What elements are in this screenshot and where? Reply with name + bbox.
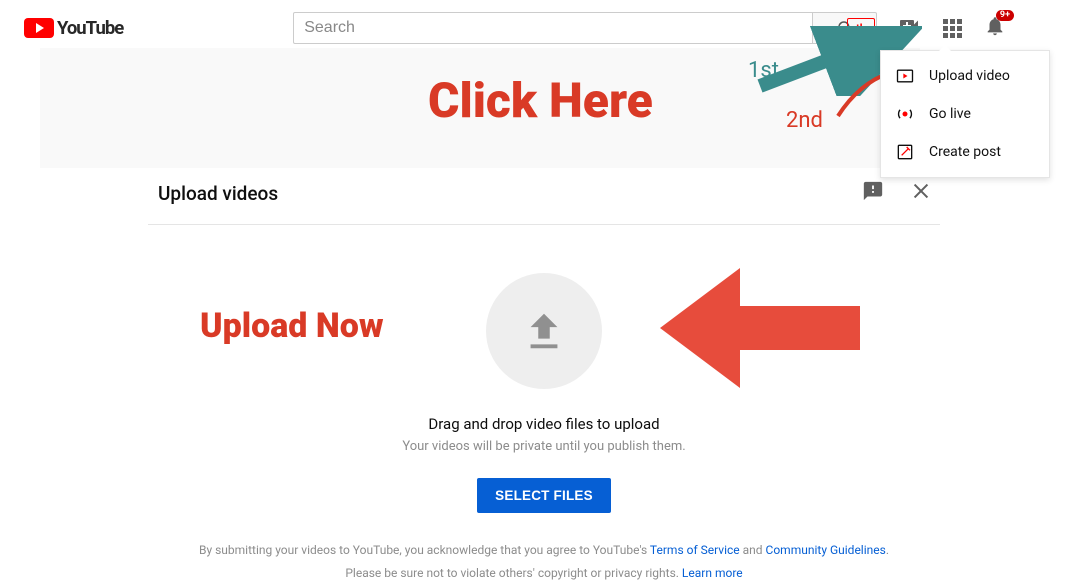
upload-video-icon <box>895 66 915 86</box>
modal-header: Upload videos <box>148 170 940 225</box>
youtube-logo[interactable]: YouTube <box>24 17 123 39</box>
close-button[interactable] <box>910 180 932 206</box>
modal-header-actions <box>862 180 932 206</box>
feedback-button[interactable] <box>862 180 884 206</box>
create-dropdown: Upload video Go live Create post <box>880 50 1050 178</box>
annotation-click-here: Click Here <box>428 72 653 129</box>
upload-dropzone[interactable] <box>486 273 602 389</box>
annotation-upload-now: Upload Now <box>200 306 384 346</box>
annotation-first: 1st <box>748 58 779 83</box>
menu-go-live[interactable]: Go live <box>881 95 1049 133</box>
menu-label: Go live <box>929 106 971 122</box>
menu-upload-video[interactable]: Upload video <box>881 57 1049 95</box>
menu-create-post[interactable]: Create post <box>881 133 1049 171</box>
privacy-note: Your videos will be private until you pu… <box>402 439 685 454</box>
menu-label: Create post <box>929 144 1001 160</box>
youtube-play-icon <box>24 18 54 38</box>
notification-count-badge: 9+ <box>996 10 1014 21</box>
modal-title: Upload videos <box>158 182 278 205</box>
annotation-second: 2nd <box>786 108 823 133</box>
legal-prefix: By submitting your videos to YouTube, yo… <box>199 543 650 557</box>
legal-and: and <box>740 543 766 557</box>
apps-button[interactable] <box>943 19 962 38</box>
create-post-icon <box>895 142 915 162</box>
drag-drop-label: Drag and drop video files to upload <box>428 415 659 433</box>
close-icon <box>910 180 932 202</box>
tos-link[interactable]: Terms of Service <box>650 543 740 557</box>
upload-arrow-icon <box>521 308 567 354</box>
menu-label: Upload video <box>929 68 1010 84</box>
youtube-wordmark: YouTube <box>57 17 123 39</box>
guidelines-link[interactable]: Community Guidelines <box>766 543 886 557</box>
select-files-button[interactable]: SELECT FILES <box>477 478 611 513</box>
learn-more-link[interactable]: Learn more <box>682 566 743 580</box>
legal-text: By submitting your videos to YouTube, yo… <box>199 539 889 585</box>
legal-line2: Please be sure not to violate others' co… <box>345 566 682 580</box>
feedback-icon <box>862 180 884 202</box>
search-input[interactable] <box>293 12 813 44</box>
big-left-arrow-icon <box>660 258 860 398</box>
avatar[interactable] <box>1052 12 1068 44</box>
legal-period: . <box>886 543 889 557</box>
go-live-icon <box>895 104 915 124</box>
notifications-button[interactable]: 9+ <box>984 15 1006 41</box>
